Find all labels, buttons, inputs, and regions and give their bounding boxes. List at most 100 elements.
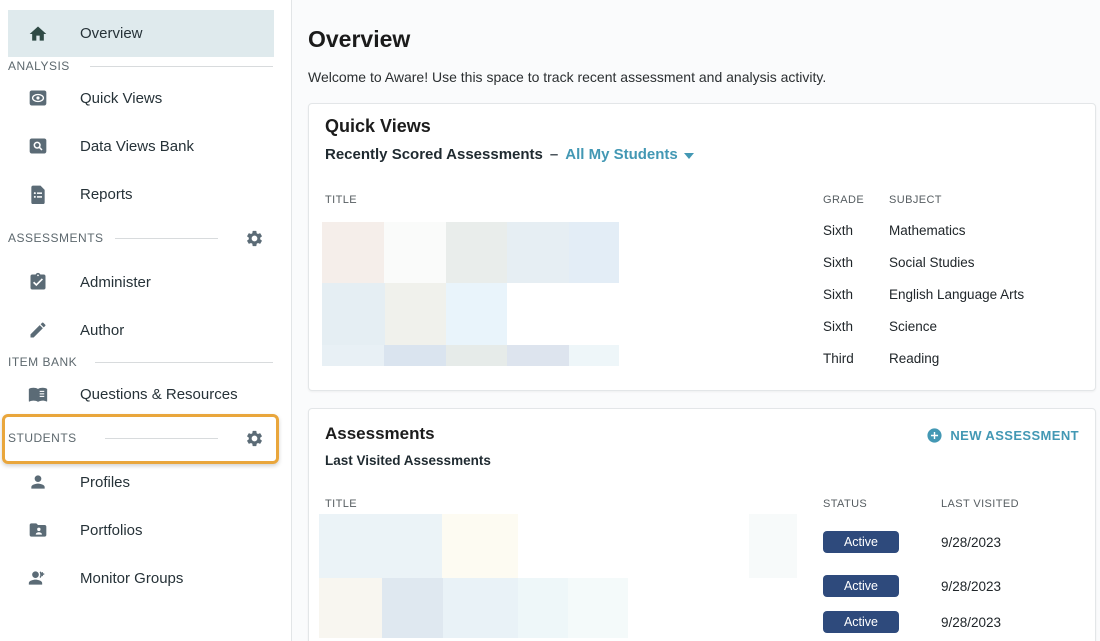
sidebar-item-label: Author — [80, 322, 124, 339]
grade-cell: Sixth — [823, 287, 889, 302]
sidebar-item-author[interactable]: Author — [0, 306, 280, 354]
redacted-title-column — [319, 514, 799, 640]
redacted-block — [319, 578, 382, 638]
sidebar-item-label: Monitor Groups — [80, 570, 183, 587]
sidebar-item-label: Overview — [80, 25, 143, 42]
redacted-block — [507, 345, 569, 366]
subject-cell: English Language Arts — [889, 287, 1024, 302]
sidebar-item-data-views-bank[interactable]: Data Views Bank — [0, 122, 280, 170]
redacted-block — [442, 514, 518, 578]
chevron-down-icon — [684, 153, 694, 159]
last-visited-cell: 9/28/2023 — [941, 579, 1001, 594]
redacted-block — [443, 578, 518, 638]
sidebar-item-profiles[interactable]: Profiles — [0, 458, 280, 506]
redacted-block — [319, 514, 442, 578]
column-header-subject: SUBJECT — [889, 194, 942, 206]
sidebar-item-overview[interactable]: Overview — [8, 10, 274, 57]
report-document-icon — [28, 184, 48, 204]
pencil-icon — [28, 320, 48, 340]
page-title: Overview — [308, 26, 410, 53]
redacted-block — [446, 222, 507, 283]
clipboard-check-icon — [28, 272, 48, 292]
redacted-block — [507, 222, 569, 283]
subject-cell: Mathematics — [889, 223, 966, 238]
grade-cell: Third — [823, 351, 889, 366]
redacted-block — [518, 578, 568, 638]
redacted-block — [385, 283, 446, 345]
column-header-grade: GRADE — [823, 194, 864, 206]
redacted-block — [384, 345, 446, 366]
sidebar-item-label: Administer — [80, 274, 151, 291]
grade-cell: Sixth — [823, 319, 889, 334]
sidebar-item-label: Data Views Bank — [80, 138, 194, 155]
filter-label: All My Students — [565, 146, 678, 163]
quick-views-card: Quick Views Recently Scored Assessments … — [308, 103, 1096, 391]
sidebar-item-quick-views[interactable]: Quick Views — [0, 74, 280, 122]
redacted-block — [322, 222, 384, 283]
redacted-block — [384, 222, 446, 283]
column-header-status: STATUS — [823, 498, 867, 510]
column-header-title: TITLE — [325, 498, 357, 510]
redacted-block — [446, 345, 507, 366]
assessments-card: Assessments Last Visited Assessments NEW… — [308, 408, 1096, 641]
eye-icon — [28, 88, 48, 108]
last-visited-cell: 9/28/2023 — [941, 535, 1001, 550]
person-add-icon — [28, 568, 48, 588]
sidebar-item-portfolios[interactable]: Portfolios — [0, 506, 280, 554]
sidebar-item-label: Quick Views — [80, 90, 162, 107]
subject-cell: Science — [889, 319, 937, 334]
subtitle-separator: – — [550, 146, 558, 163]
gear-icon[interactable] — [245, 229, 264, 248]
sidebar-item-label: Portfolios — [80, 522, 143, 539]
section-divider — [90, 66, 273, 67]
sidebar-item-administer[interactable]: Administer — [0, 258, 280, 306]
sidebar-item-label: Questions & Resources — [80, 386, 238, 403]
book-icon — [28, 384, 48, 404]
section-divider — [95, 362, 273, 363]
last-visited-cell: 9/28/2023 — [941, 615, 1001, 630]
grade-cell: Sixth — [823, 255, 889, 270]
redacted-block — [749, 514, 797, 578]
subject-cell: Social Studies — [889, 255, 975, 270]
new-assessment-button[interactable]: NEW ASSESSMENT — [926, 427, 1079, 444]
status-badge: Active — [823, 531, 899, 553]
section-label: ANALYSIS — [8, 59, 70, 73]
sidebar-item-questions-resources[interactable]: Questions & Resources — [0, 370, 280, 418]
search-icon — [28, 136, 48, 156]
card-subtitle: Recently Scored Assessments — [325, 146, 543, 163]
sidebar: Overview ANALYSIS Quick Views Data Views… — [0, 0, 292, 641]
card-subtitle: Last Visited Assessments — [325, 453, 491, 468]
redacted-title-column — [322, 222, 622, 367]
redacted-block — [568, 578, 628, 638]
sidebar-section-students: STUDENTS — [0, 418, 291, 458]
redacted-block — [569, 222, 619, 283]
sidebar-item-monitor-groups[interactable]: Monitor Groups — [0, 554, 280, 602]
column-header-last-visited: LAST VISITED — [941, 498, 1019, 510]
grade-cell: Sixth — [823, 223, 889, 238]
sidebar-section-item-bank: ITEM BANK — [0, 354, 291, 370]
sidebar-section-assessments: ASSESSMENTS — [0, 218, 291, 258]
redacted-block — [322, 345, 384, 366]
sidebar-section-analysis: ANALYSIS — [0, 57, 291, 74]
status-badge: Active — [823, 611, 899, 633]
person-icon — [28, 472, 48, 492]
section-label: ITEM BANK — [8, 355, 77, 369]
sidebar-item-reports[interactable]: Reports — [0, 170, 280, 218]
student-filter-dropdown[interactable]: All My Students — [565, 146, 694, 163]
new-assessment-label: NEW ASSESSMENT — [950, 428, 1079, 443]
section-divider — [105, 438, 218, 439]
gear-icon[interactable] — [245, 429, 264, 448]
folder-person-icon — [28, 520, 48, 540]
card-title: Assessments — [325, 424, 435, 444]
sidebar-item-label: Profiles — [80, 474, 130, 491]
section-divider — [115, 238, 218, 239]
status-badge: Active — [823, 575, 899, 597]
home-icon — [28, 24, 48, 44]
plus-circle-icon — [926, 427, 943, 444]
redacted-block — [382, 578, 443, 638]
redacted-block — [569, 345, 619, 366]
redacted-block — [322, 283, 385, 345]
redacted-block — [446, 283, 507, 345]
section-label: STUDENTS — [8, 431, 77, 445]
sidebar-item-label: Reports — [80, 186, 133, 203]
